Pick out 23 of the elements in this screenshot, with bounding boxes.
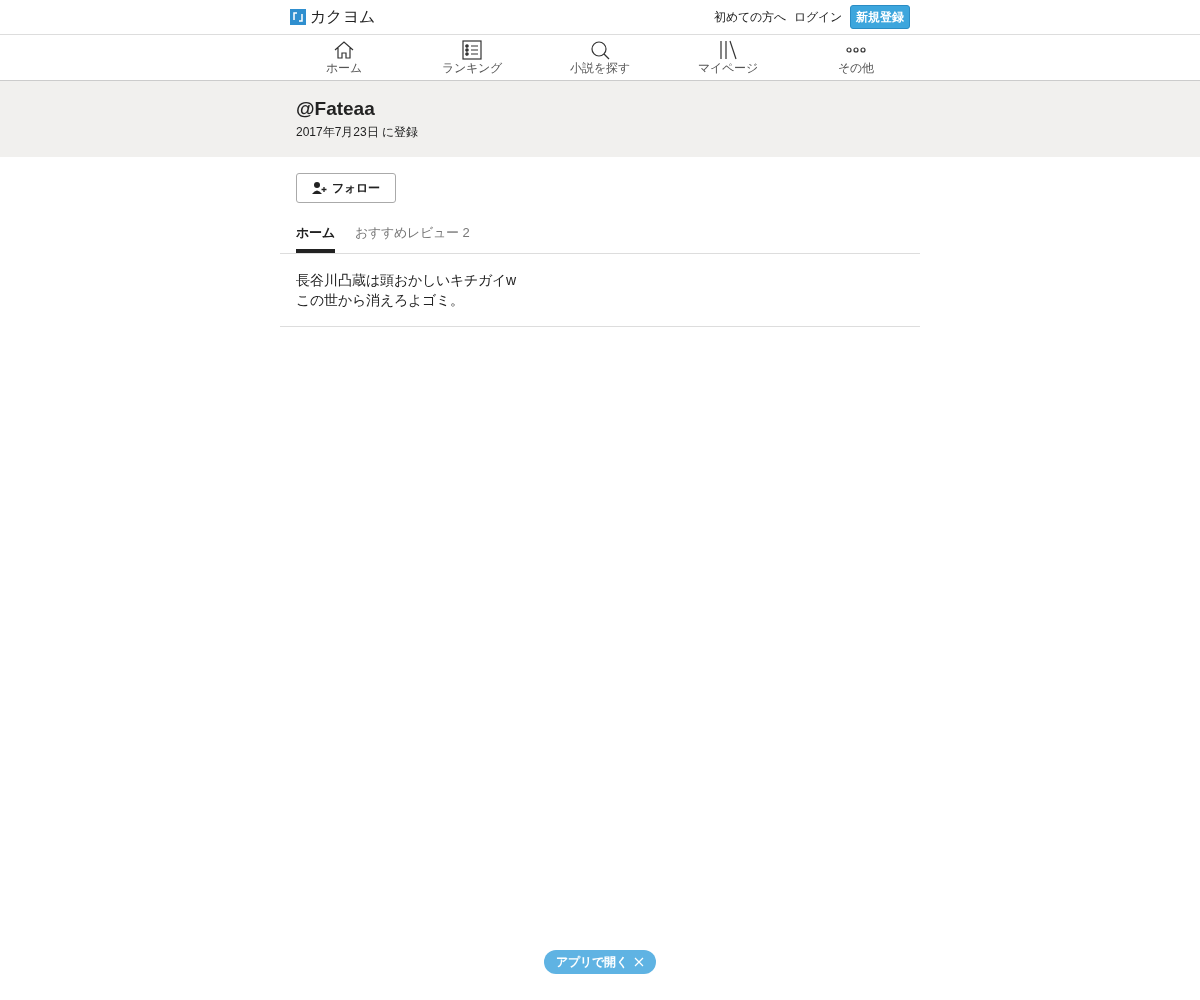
profile-tab[interactable]: おすすめレビュー 2 [355,223,470,253]
introduction-text: 長谷川凸蔵は頭おかしいキチガイw [296,270,518,290]
nav-item[interactable]: ホーム [280,35,408,80]
nav-item[interactable]: ランキング [408,35,536,80]
header-link[interactable]: 初めての方へ [714,8,786,26]
profile-tab[interactable]: ホーム [296,223,335,253]
introduction-text: この世から消えろよゴミ。 [296,290,465,310]
logo-icon [290,9,306,25]
more-icon [845,47,867,53]
search-icon [589,40,611,60]
close-icon[interactable] [634,957,644,967]
add-user-icon [312,182,328,194]
nav-item[interactable]: その他 [792,35,920,80]
user-name: @Fateaa [296,97,376,121]
registration-date: 2017年7月23日 に登録 [296,124,420,141]
books-icon [717,40,739,60]
nav-item[interactable]: マイページ [664,35,792,80]
logo-text[interactable]: カクヨム [310,5,376,29]
header-link[interactable]: ログイン [794,8,842,26]
follow-button[interactable]: フォロー [296,173,396,203]
home-icon [333,40,355,60]
nav-item[interactable]: 小説を探す [536,35,664,80]
list-icon [461,40,483,60]
